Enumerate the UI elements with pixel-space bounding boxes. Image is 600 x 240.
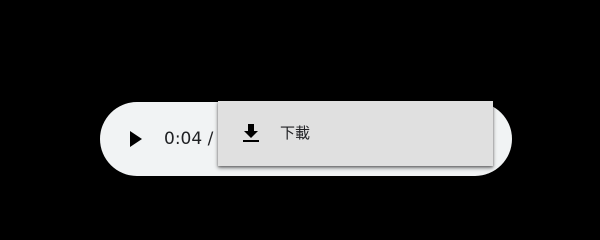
menu-item-download[interactable]: 下載	[218, 101, 493, 166]
play-icon	[130, 131, 142, 147]
page: 0:04 / 下載	[0, 0, 600, 239]
download-icon	[243, 124, 259, 142]
time-display: 0:04 /	[164, 129, 214, 149]
play-button[interactable]	[124, 127, 148, 151]
menu-item-label: 下載	[280, 124, 311, 142]
context-menu: 下載	[218, 101, 493, 166]
